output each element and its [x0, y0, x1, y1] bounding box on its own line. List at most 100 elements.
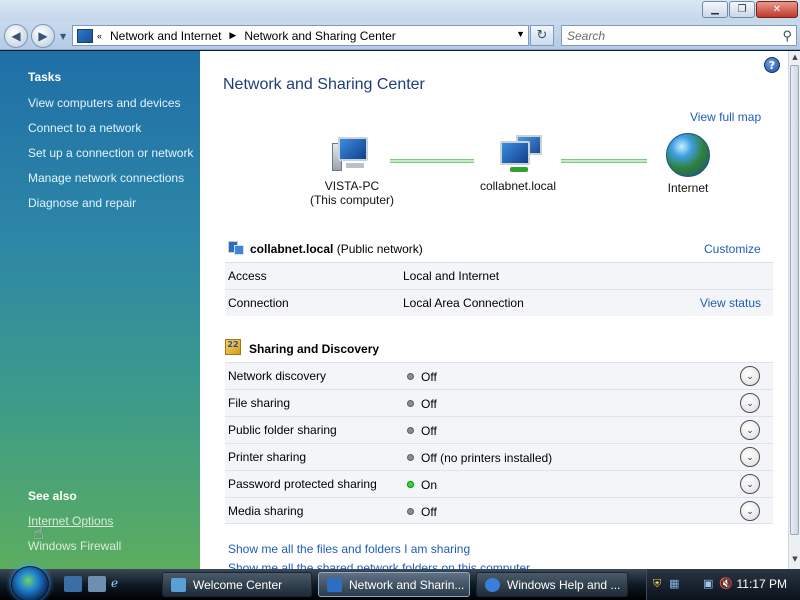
taskbar-label: Windows Help and ... — [507, 578, 621, 592]
vertical-scrollbar[interactable]: ▲ ▼ — [788, 51, 800, 569]
search-input[interactable]: Search ⚲ — [561, 25, 797, 46]
map-network-node[interactable]: collabnet.local — [470, 135, 566, 193]
scrollbar-thumb[interactable] — [790, 65, 799, 535]
help-icon — [485, 578, 500, 592]
network-detail-row: Connection Local Area Connection View st… — [225, 289, 773, 316]
maximize-button[interactable]: ❐ — [729, 1, 755, 18]
taskbar: ℯ Welcome Center Network and Sharin... W… — [0, 566, 800, 600]
back-button[interactable]: ◀ — [4, 24, 28, 48]
internet-explorer-icon[interactable]: ℯ — [111, 576, 129, 592]
sharing-row-media[interactable]: Media sharing Off ⌄ — [225, 497, 773, 524]
show-shared-files-link[interactable]: Show me all the files and folders I am s… — [228, 542, 470, 556]
task-manage-connections[interactable]: Manage network connections — [28, 171, 184, 185]
main-content: ? Network and Sharing Center View full m… — [200, 51, 788, 569]
tasks-heading: Tasks — [28, 70, 62, 84]
address-bar[interactable]: « Network and Internet ▶ Network and Sha… — [72, 25, 529, 46]
expand-chevron-icon[interactable]: ⌄ — [740, 366, 760, 386]
see-also-heading: See also — [28, 489, 77, 503]
view-full-map-link[interactable]: View full map — [690, 110, 761, 124]
sharing-value: Off (no printers installed) — [421, 451, 553, 465]
sharing-label: File sharing — [228, 396, 291, 410]
sharing-label: Media sharing — [228, 504, 304, 518]
network-type: (Public network) — [336, 242, 423, 256]
help-icon[interactable]: ? — [764, 57, 780, 73]
detail-label: Access — [228, 269, 267, 283]
welcome-center-icon — [171, 578, 186, 592]
task-connect-to-network[interactable]: Connect to a network — [28, 121, 141, 135]
sharing-value: Off — [421, 505, 437, 519]
scroll-up-icon[interactable]: ▲ — [790, 53, 800, 65]
recent-pages-dropdown[interactable]: ▼ — [60, 32, 66, 41]
globe-icon — [666, 133, 710, 177]
sharing-icon: 22 — [225, 339, 241, 355]
sharing-row-network-discovery[interactable]: Network discovery Off ⌄ — [225, 362, 773, 389]
close-button[interactable]: ✕ — [756, 1, 798, 18]
sharing-row-printer[interactable]: Printer sharing Off (no printers install… — [225, 443, 773, 470]
network-header: collabnet.local (Public network) — [250, 242, 423, 256]
task-view-computers[interactable]: View computers and devices — [28, 96, 181, 110]
sharing-value: Off — [421, 397, 437, 411]
network-detail-row: Access Local and Internet — [225, 263, 773, 290]
sharing-row-file-sharing[interactable]: File sharing Off ⌄ — [225, 389, 773, 416]
status-off-icon — [407, 508, 414, 515]
internet-label: Internet — [667, 181, 709, 195]
taskbar-item-windows-help[interactable]: Windows Help and ... — [476, 572, 628, 597]
tasks-pane: Tasks View computers and devices Connect… — [0, 51, 200, 569]
show-desktop-icon[interactable] — [64, 576, 82, 592]
network-details: Access Local and Internet Connection Loc… — [225, 262, 773, 316]
status-on-icon — [407, 481, 414, 488]
expand-chevron-icon[interactable]: ⌄ — [740, 393, 760, 413]
navigation-bar: ◀ ▶ ▼ « Network and Internet ▶ Network a… — [0, 22, 800, 50]
search-icon[interactable]: ⚲ — [782, 28, 792, 44]
sharing-row-public-folder[interactable]: Public folder sharing Off ⌄ — [225, 416, 773, 443]
sharing-row-password-protected[interactable]: Password protected sharing On ⌄ — [225, 470, 773, 497]
windows-defender-icon[interactable]: ▦ — [669, 577, 683, 591]
start-button[interactable] — [11, 566, 49, 600]
minimize-button[interactable]: ▁ — [702, 1, 728, 18]
taskbar-item-welcome-center[interactable]: Welcome Center — [162, 572, 312, 597]
task-set-up-connection[interactable]: Set up a connection or network — [28, 146, 193, 160]
address-dropdown-icon[interactable]: ▼ — [516, 29, 525, 39]
map-computer-node[interactable]: VISTA-PC (This computer) — [304, 135, 400, 207]
refresh-button[interactable]: ↻ — [530, 25, 554, 46]
map-link-line — [390, 159, 474, 163]
network-small-icon — [228, 241, 246, 257]
expand-chevron-icon[interactable]: ⌄ — [740, 420, 760, 440]
status-off-icon — [407, 373, 414, 380]
sharing-label: Public folder sharing — [228, 423, 337, 437]
computer-icon — [330, 135, 374, 175]
network-icon — [496, 135, 542, 175]
volume-muted-icon[interactable]: 🔇 — [719, 577, 733, 591]
expand-chevron-icon[interactable]: ⌄ — [740, 474, 760, 494]
control-panel-icon — [77, 28, 93, 43]
computer-name: VISTA-PC — [324, 179, 380, 193]
breadcrumb-network-and-sharing-center[interactable]: Network and Sharing Center — [244, 29, 395, 43]
expand-chevron-icon[interactable]: ⌄ — [740, 501, 760, 521]
taskbar-item-network-sharing[interactable]: Network and Sharin... — [318, 572, 470, 597]
expand-chevron-icon[interactable]: ⌄ — [740, 447, 760, 467]
show-shared-folders-link[interactable]: Show me all the shared network folders o… — [228, 561, 530, 569]
computer-subtitle: (This computer) — [309, 193, 395, 207]
view-status-link[interactable]: View status — [700, 296, 761, 310]
customize-link[interactable]: Customize — [704, 242, 761, 256]
breadcrumb-separator-icon[interactable]: ▶ — [229, 30, 236, 41]
address-prefix[interactable]: « — [97, 31, 102, 41]
hand-cursor-icon: ☝ — [33, 523, 44, 544]
sharing-label: Printer sharing — [228, 450, 307, 464]
breadcrumb-network-and-internet[interactable]: Network and Internet — [110, 29, 221, 43]
scroll-down-icon[interactable]: ▼ — [790, 555, 800, 567]
switch-windows-icon[interactable] — [88, 576, 106, 592]
security-shield-icon[interactable]: ⛨ — [653, 577, 667, 591]
detail-value: Local and Internet — [403, 269, 500, 283]
network-icon[interactable]: ▣ — [703, 577, 717, 591]
sharing-value: Off — [421, 424, 437, 438]
page-title: Network and Sharing Center — [223, 76, 425, 93]
sharing-heading: Sharing and Discovery — [249, 342, 380, 356]
taskbar-label: Network and Sharin... — [349, 578, 465, 592]
forward-button[interactable]: ▶ — [31, 24, 55, 48]
clock[interactable]: 11:17 PM — [737, 577, 787, 591]
sharing-label: Password protected sharing — [228, 477, 377, 491]
task-diagnose-repair[interactable]: Diagnose and repair — [28, 196, 136, 210]
map-internet-node[interactable]: Internet — [646, 133, 730, 195]
status-off-icon — [407, 427, 414, 434]
